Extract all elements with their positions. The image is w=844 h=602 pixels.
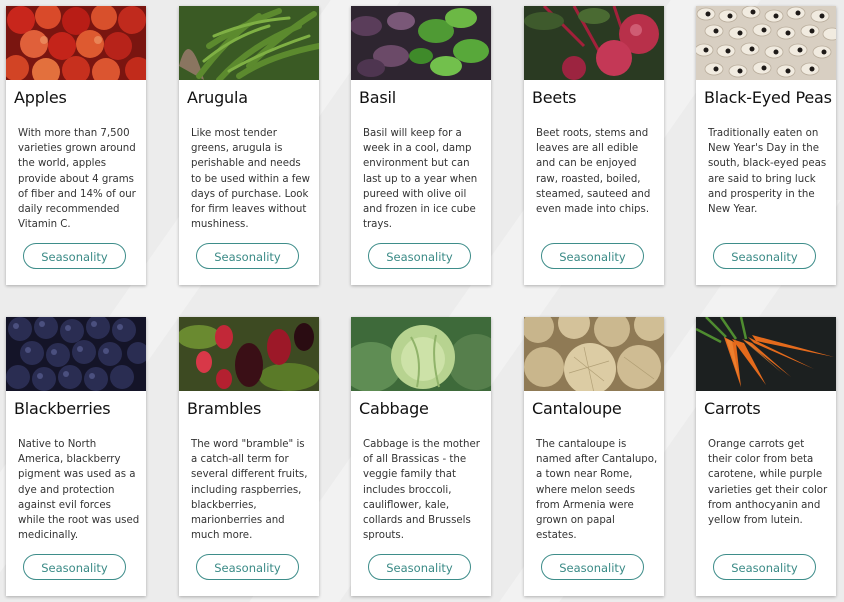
apples-photo xyxy=(6,6,146,80)
beets-photo xyxy=(524,6,664,80)
arugula-photo xyxy=(179,6,319,80)
produce-card-black-eyed-peas: Black-Eyed Peas Traditionally eaten on N… xyxy=(696,6,836,285)
cantaloupe-photo xyxy=(524,317,664,391)
carrots-photo xyxy=(696,317,836,391)
card-title: Cabbage xyxy=(359,399,429,418)
produce-card-arugula: Arugula Like most tender greens, arugula… xyxy=(179,6,319,285)
seasonality-button[interactable]: Seasonality xyxy=(541,554,644,580)
card-title: Beets xyxy=(532,88,577,107)
seasonality-button[interactable]: Seasonality xyxy=(23,554,126,580)
produce-card-beets: Beets Beet roots, stems and leaves are a… xyxy=(524,6,664,285)
seasonality-button[interactable]: Seasonality xyxy=(368,554,471,580)
brambles-photo xyxy=(179,317,319,391)
blackberries-photo xyxy=(6,317,146,391)
card-title: Apples xyxy=(14,88,67,107)
card-description: The cantaloupe is named after Cantalupo,… xyxy=(536,439,658,542)
produce-card-blackberries: Blackberries Native to North America, bl… xyxy=(6,317,146,596)
produce-card-apples: Apples With more than 7,500 varieties gr… xyxy=(6,6,146,285)
card-description: Native to North America, blackberry pigm… xyxy=(18,439,140,542)
produce-card-carrots: Carrots Orange carrots get their color f… xyxy=(696,317,836,596)
card-title: Arugula xyxy=(187,88,248,107)
cabbage-photo xyxy=(351,317,491,391)
produce-card-cantaloupe: Cantaloupe The cantaloupe is named after… xyxy=(524,317,664,596)
card-description: Traditionally eaten on New Year's Day in… xyxy=(708,128,827,216)
card-description: With more than 7,500 varieties grown aro… xyxy=(18,128,136,231)
card-description: Beet roots, stems and leaves are all edi… xyxy=(536,128,651,216)
card-title: Black-Eyed Peas xyxy=(704,88,832,107)
seasonality-button[interactable]: Seasonality xyxy=(541,243,644,269)
card-title: Blackberries xyxy=(14,399,111,418)
card-description: Basil will keep for a week in a cool, da… xyxy=(363,128,478,231)
produce-card-brambles: Brambles The word "bramble" is a catch-a… xyxy=(179,317,319,596)
card-description: Orange carrots get their color from beta… xyxy=(708,439,828,527)
card-title: Basil xyxy=(359,88,397,107)
card-description: Like most tender greens, arugula is peri… xyxy=(191,128,310,231)
seasonality-button[interactable]: Seasonality xyxy=(196,243,299,269)
seasonality-button[interactable]: Seasonality xyxy=(713,554,816,580)
seasonality-button[interactable]: Seasonality xyxy=(196,554,299,580)
card-description: Cabbage is the mother of all Brassicas -… xyxy=(363,439,480,542)
produce-card-basil: Basil Basil will keep for a week in a co… xyxy=(351,6,491,285)
produce-card-cabbage: Cabbage Cabbage is the mother of all Bra… xyxy=(351,317,491,596)
card-description: The word "bramble" is a catch-all term f… xyxy=(191,439,308,542)
seasonality-button[interactable]: Seasonality xyxy=(23,243,126,269)
basil-photo xyxy=(351,6,491,80)
card-title: Cantaloupe xyxy=(532,399,622,418)
card-title: Brambles xyxy=(187,399,262,418)
seasonality-button[interactable]: Seasonality xyxy=(368,243,471,269)
card-title: Carrots xyxy=(704,399,761,418)
seasonality-button[interactable]: Seasonality xyxy=(713,243,816,269)
black-eyed-peas-photo xyxy=(696,6,836,80)
